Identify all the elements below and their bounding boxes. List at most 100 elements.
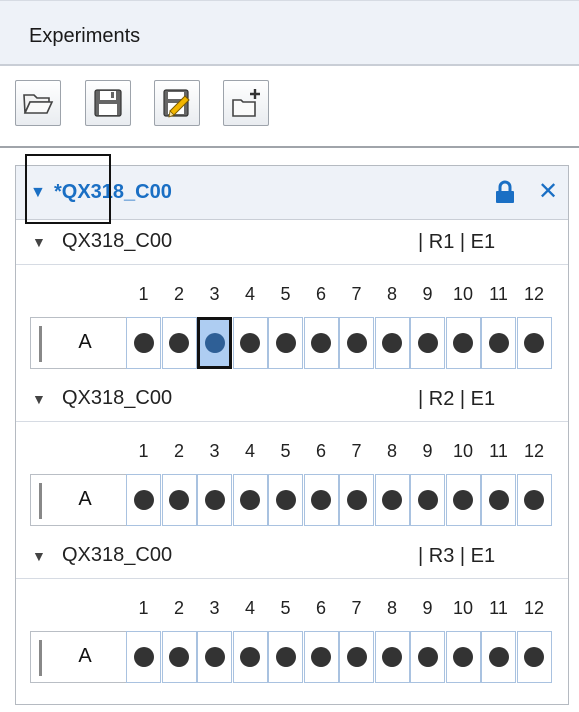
well-A11[interactable] <box>481 474 516 526</box>
well-dot-icon <box>311 333 331 353</box>
well-A8[interactable] <box>374 317 410 369</box>
column-number: 9 <box>422 284 433 304</box>
well-dot-icon <box>240 333 260 353</box>
well-dot-icon <box>453 647 473 667</box>
plate-caret-icon[interactable]: ▼ <box>32 234 46 250</box>
well-A1[interactable] <box>126 474 161 526</box>
row-label[interactable]: A <box>30 631 138 683</box>
well-A6[interactable] <box>303 474 339 526</box>
well-A2[interactable] <box>161 631 197 683</box>
column-number: 7 <box>351 441 362 461</box>
well-dot-icon <box>311 490 331 510</box>
column-number: 12 <box>523 598 545 618</box>
well-A3[interactable] <box>197 317 232 369</box>
plate-run-tag: | R1 | E1 <box>418 231 496 253</box>
well-dot-icon <box>453 333 473 353</box>
well-A12[interactable] <box>516 631 552 683</box>
well-dot-icon <box>453 490 473 510</box>
row-label-text: A <box>78 645 92 667</box>
new-button[interactable] <box>223 80 269 126</box>
column-number: 6 <box>315 284 326 304</box>
column-number: 10 <box>452 441 474 461</box>
column-number: 8 <box>386 441 397 461</box>
edit-pencil-icon <box>163 89 190 118</box>
well-dot-icon <box>346 647 367 667</box>
well-A9[interactable] <box>410 317 445 369</box>
well-A12[interactable] <box>516 474 552 526</box>
header-title: Experiments <box>29 25 141 47</box>
well-A11[interactable] <box>481 631 516 683</box>
well-A6[interactable] <box>303 631 339 683</box>
close-icon[interactable]: ✕ <box>538 177 558 206</box>
well-A4[interactable] <box>232 631 268 683</box>
well-A4[interactable] <box>232 317 268 369</box>
row-label[interactable]: A <box>30 474 138 526</box>
column-number: 3 <box>209 284 220 304</box>
plate-name: QX318_C00 <box>62 387 173 409</box>
well-A11[interactable] <box>481 317 516 369</box>
plate-run-tag: | R3 | E1 <box>418 545 496 567</box>
column-number: 5 <box>280 284 291 304</box>
column-number: 11 <box>489 284 508 304</box>
edit-button[interactable] <box>154 80 200 126</box>
well-dot-icon <box>275 647 296 667</box>
well-dot-icon <box>488 333 509 353</box>
well-A10[interactable] <box>445 474 481 526</box>
plate-caret-icon[interactable]: ▼ <box>32 391 46 407</box>
plate-caret-icon[interactable]: ▼ <box>32 548 46 564</box>
well-A6[interactable] <box>303 317 339 369</box>
column-number: 7 <box>351 284 362 304</box>
well-dot-icon <box>204 647 225 667</box>
well-A7[interactable] <box>339 317 374 369</box>
well-A8[interactable] <box>374 474 410 526</box>
column-number: 3 <box>209 441 220 461</box>
well-dot-icon <box>204 490 225 510</box>
well-dot-icon <box>275 490 296 510</box>
plate-header[interactable]: ▼ QX318_C00 | R1 | E1 <box>16 221 568 265</box>
row-label[interactable]: A <box>30 317 138 369</box>
well-dot-icon <box>204 333 225 353</box>
lock-icon[interactable] <box>495 180 515 209</box>
well-A9[interactable] <box>410 474 445 526</box>
column-number: 8 <box>386 598 397 618</box>
toolbar <box>0 66 579 148</box>
well-dot-icon <box>488 490 509 510</box>
well-A1[interactable] <box>126 631 161 683</box>
column-number: 10 <box>452 598 474 618</box>
open-folder-button[interactable] <box>15 80 61 126</box>
well-A12[interactable] <box>516 317 552 369</box>
well-dot-icon <box>133 333 154 353</box>
column-number: 9 <box>422 441 433 461</box>
column-number: 2 <box>173 598 184 618</box>
well-A5[interactable] <box>268 317 303 369</box>
well-A7[interactable] <box>339 631 374 683</box>
well-A8[interactable] <box>374 631 410 683</box>
plate-header[interactable]: ▼ QX318_C00 | R2 | E1 <box>16 378 568 422</box>
well-A4[interactable] <box>232 474 268 526</box>
well-A3[interactable] <box>197 474 232 526</box>
well-A7[interactable] <box>339 474 374 526</box>
well-A2[interactable] <box>161 474 197 526</box>
well-dot-icon <box>133 490 154 510</box>
well-dot-icon <box>382 647 402 667</box>
save-button[interactable] <box>85 80 131 126</box>
experiment-panel: ▼ *QX318_C00 ✕ ▼ QX318_C00 | R1 | E1 1 2 3 4 5 6… <box>15 165 569 705</box>
column-number: 11 <box>489 441 508 461</box>
column-number: 6 <box>315 441 326 461</box>
well-A1[interactable] <box>126 317 161 369</box>
well-dot-icon <box>240 490 260 510</box>
well-dot-icon <box>169 490 189 510</box>
well-A2[interactable] <box>161 317 197 369</box>
well-A10[interactable] <box>445 317 481 369</box>
well-dot-icon <box>524 647 544 667</box>
plate-header[interactable]: ▼ QX318_C00 | R3 | E1 <box>16 535 568 579</box>
column-number: 2 <box>173 441 184 461</box>
well-A3[interactable] <box>197 631 232 683</box>
well-A5[interactable] <box>268 631 303 683</box>
column-number: 1 <box>138 598 149 618</box>
row-label-text: A <box>78 488 92 510</box>
well-A9[interactable] <box>410 631 445 683</box>
well-A10[interactable] <box>445 631 481 683</box>
column-number: 4 <box>244 441 255 461</box>
well-A5[interactable] <box>268 474 303 526</box>
